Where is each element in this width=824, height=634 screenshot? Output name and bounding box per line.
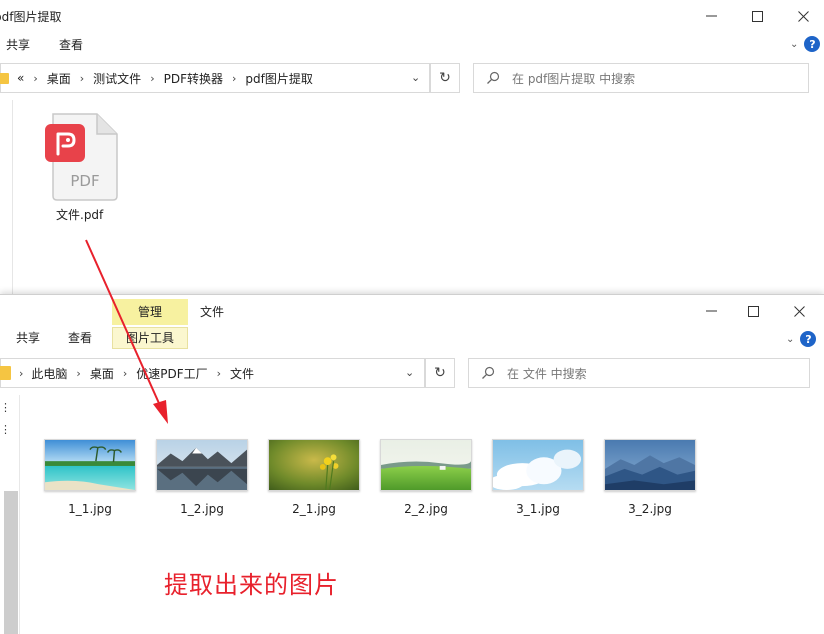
search-icon (487, 71, 500, 84)
search-placeholder: 在 pdf图片提取 中搜索 (512, 71, 636, 86)
image-file-name: 3_1.jpg (516, 502, 560, 516)
help-icon[interactable]: ? (804, 36, 821, 52)
image-file-item[interactable]: 2_2.jpg (380, 439, 472, 516)
chevron-right-icon: › (216, 366, 222, 380)
nav-pane-divider (12, 100, 13, 300)
image-file-name: 3_2.jpg (628, 502, 672, 516)
explorer-window-front: 管理 文件 共享 查看 图片工具 ⌄ ? › 此电脑 › 桌面 › 优速PDF工… (0, 294, 824, 634)
search-placeholder: 在 文件 中搜索 (507, 366, 587, 381)
folder-icon (0, 72, 9, 84)
image-file-item[interactable]: 1_1.jpg (44, 439, 136, 516)
image-file-name: 2_2.jpg (404, 502, 448, 516)
pdf-file-icon: PDF (45, 113, 118, 201)
chevron-right-icon: › (19, 366, 24, 380)
folder-icon (0, 366, 11, 380)
flowers-thumbnail (268, 439, 360, 491)
clouds-thumbnail (489, 439, 584, 491)
chevron-right-icon: › (79, 71, 85, 85)
breadcrumb-desktop[interactable]: 桌面 (47, 70, 71, 87)
nav-pane-scrollbar[interactable] (4, 491, 18, 634)
ribbon-expand-icon[interactable]: ⌄ (790, 39, 798, 50)
nav-item-icon[interactable]: ⋮ (0, 401, 11, 414)
image-file-item[interactable]: 3_2.jpg (604, 439, 696, 516)
annotation-text: 提取出来的图片 (164, 571, 339, 599)
search-input[interactable]: 在 pdf图片提取 中搜索 (473, 63, 809, 93)
tab-share[interactable]: 共享 (16, 327, 40, 349)
breadcrumb-back[interactable]: « (17, 71, 24, 85)
ribbon-expand-icon[interactable]: ⌄ (786, 334, 794, 345)
tab-manage[interactable]: 管理 (112, 299, 188, 325)
close-button[interactable] (776, 295, 822, 327)
beach-thumbnail (44, 439, 136, 491)
address-bar[interactable]: « › 桌面 › 测试文件 › PDF转换器 › pdf图片提取 ⌄ (0, 63, 430, 93)
minimize-button[interactable] (688, 295, 734, 327)
pdf-file-name: 文件.pdf (56, 208, 104, 222)
chevron-right-icon: › (33, 71, 38, 85)
blue-mountains-thumbnail (604, 439, 696, 491)
maximize-button[interactable] (734, 0, 780, 32)
close-button[interactable] (780, 0, 824, 32)
ribbon-controls: ⌄ ? (786, 331, 817, 347)
tab-file[interactable]: 文件 (200, 299, 224, 325)
breadcrumb-test-files[interactable]: 测试文件 (93, 70, 141, 87)
help-icon[interactable]: ? (800, 331, 817, 347)
nav-item-icon[interactable]: ⋮ (0, 423, 11, 436)
ribbon-bar: 共享 查看 ⌄ ? (0, 32, 824, 58)
image-file-item[interactable]: 1_2.jpg (156, 439, 248, 516)
breadcrumb-current[interactable]: 文件 (230, 365, 254, 382)
chevron-right-icon: › (76, 366, 81, 380)
breadcrumb-current[interactable]: pdf图片提取 (245, 70, 312, 87)
tab-view[interactable]: 查看 (68, 327, 92, 349)
pdf-badge-text: PDF (70, 172, 99, 190)
image-file-name: 1_2.jpg (180, 502, 224, 516)
search-icon (482, 366, 495, 379)
image-file-item[interactable]: 2_1.jpg (268, 439, 360, 516)
mountain-lake-thumbnail (156, 439, 248, 491)
address-dropdown-icon[interactable]: ⌄ (411, 71, 420, 84)
chevron-right-icon: › (150, 71, 155, 85)
chevron-right-icon: › (231, 71, 237, 85)
tab-view[interactable]: 查看 (59, 32, 83, 58)
image-file-name: 2_1.jpg (292, 502, 336, 516)
window-title: pdf图片提取 (0, 10, 62, 24)
address-bar[interactable]: › 此电脑 › 桌面 › 优速PDF工厂 › 文件 ⌄ (0, 358, 425, 388)
chevron-right-icon: › (122, 366, 128, 380)
explorer-window-back: pdf图片提取 共享 查看 ⌄ ? « › 桌面 › 测试文件 › PDF转换器… (0, 0, 824, 300)
breadcrumb-this-pc[interactable]: 此电脑 (31, 365, 67, 382)
refresh-button[interactable]: ↻ (430, 63, 460, 93)
breadcrumb-pdf-converter[interactable]: PDF转换器 (164, 70, 223, 87)
search-input[interactable]: 在 文件 中搜索 (468, 358, 810, 388)
title-bar: pdf图片提取 (0, 0, 824, 32)
address-dropdown-icon[interactable]: ⌄ (405, 366, 414, 379)
image-file-item[interactable]: 3_1.jpg (489, 439, 584, 516)
image-file-name: 1_1.jpg (68, 502, 112, 516)
minimize-button[interactable] (688, 0, 734, 32)
pdf-file-item[interactable]: PDF (36, 110, 126, 207)
breadcrumb-desktop[interactable]: 桌面 (90, 365, 114, 382)
ribbon-controls: ⌄ ? (790, 36, 821, 52)
meadow-thumbnail (380, 439, 472, 491)
breadcrumb-pdf-factory[interactable]: 优速PDF工厂 (136, 365, 207, 382)
maximize-button[interactable] (730, 295, 776, 327)
refresh-button[interactable]: ↻ (425, 358, 455, 388)
tab-share[interactable]: 共享 (6, 32, 30, 58)
tab-picture-tools[interactable]: 图片工具 (112, 327, 188, 349)
